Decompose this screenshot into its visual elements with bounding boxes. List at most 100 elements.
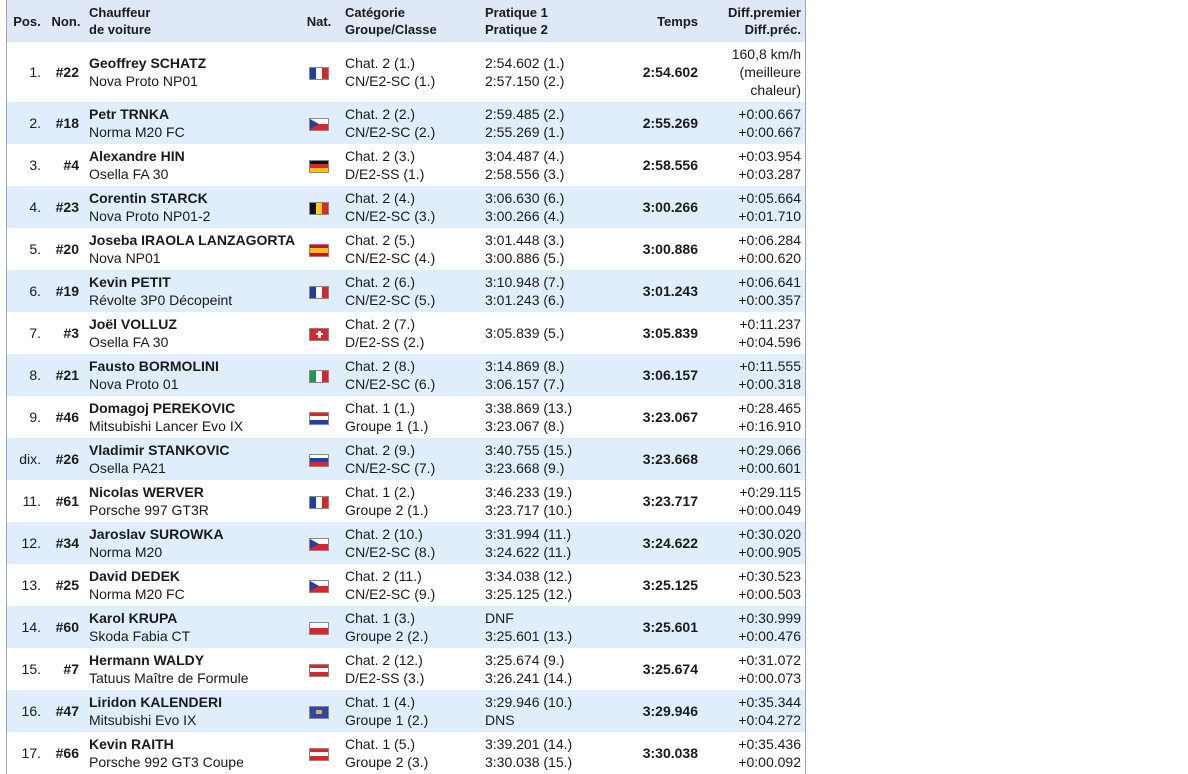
cell-pos: 14. [21,619,41,635]
cell-driver-car: Liridon KALENDERI Mitsubishi Evo IX [85,690,297,732]
cell-pos: 15. [21,661,41,677]
diff-prev: +0:01.710 [738,208,801,224]
diff-first: +0:29.115 [739,484,801,500]
driver-name: Geoffrey SCHATZ [89,55,207,71]
cell-practice: 3:06.630 (6.) 3:00.266 (4.) [481,186,601,228]
cell-nat [297,732,341,774]
practice2-time: 3:24.622 (11.) [485,544,572,560]
cell-time: 3:06.157 [642,367,698,383]
cell-practice: 3:01.448 (3.) 3:00.886 (5.) [481,228,601,270]
cell-category-group: Chat. 2 (4.) CN/E2-SC (3.) [341,186,481,228]
header-driver-car: Chauffeur de voiture [85,0,297,42]
category: Chat. 2 (3.) [345,148,416,164]
table-row: 8. #21 Fausto BORMOLINI Nova Proto 01 Chat. … [7,354,805,396]
diff-first: +0:06.641 [738,274,801,290]
car-name: Nova NP01 [89,250,161,266]
driver-name: Domagoj PEREKOVIC [89,400,236,416]
group-class: D/E2-SS (1.) [345,166,425,182]
car-name: Nova Proto NP01 [89,73,198,89]
cell-category-group: Chat. 1 (2.) Groupe 2 (1.) [341,480,481,522]
cell-diff: +0:00.667 +0:00.667 [702,102,805,144]
driver-name: Kevin RAITH [89,736,174,752]
cell-no: #22 [55,64,79,80]
driver-name: Vladimir STANKOVIC [89,442,230,458]
diff-prev: +0:16.910 [738,418,801,434]
practice2-time: 3:25.125 (12.) [485,586,573,602]
practice2-time: 3:30.038 (15.) [485,754,573,770]
diff-first: +0:30.999 [738,610,801,626]
car-name: Tatuus Maître de Formule [89,670,249,686]
cell-practice: 2:59.485 (2.) 2:55.269 (1.) [481,102,601,144]
practice1-time: 3:46.233 (19.) [485,484,573,500]
car-name: Révolte 3P0 Décopeint [89,292,233,308]
cell-time: 3:23.717 [642,493,698,509]
cell-time: 3:01.243 [642,283,698,299]
table-row: 2. #18 Petr TRNKA Norma M20 FC Chat. 2 (2.) C… [7,102,805,144]
cell-practice: 3:05.839 (5.) [481,312,601,354]
diff-first: +0:03.954 [738,148,801,164]
cell-category-group: Chat. 2 (2.) CN/E2-SC (2.) [341,102,481,144]
diff-first: +0:30.523 [738,568,801,584]
cell-time: 3:23.668 [642,451,698,467]
table-row: 3. #4 Alexandre HIN Osella FA 30 Chat. 2 (3.… [7,144,805,186]
cell-diff: +0:06.641 +0:00.357 [702,270,805,312]
cell-diff: +0:29.115 +0:00.049 [702,480,805,522]
table-row: 17. #66 Kevin RAITH Porsche 992 GT3 Coupe Ch… [7,732,805,774]
cell-category-group: Chat. 2 (5.) CN/E2-SC (4.) [341,228,481,270]
fr-flag-icon [309,285,329,299]
driver-name: David DEDEK [89,568,181,584]
cell-nat [297,270,341,312]
cell-no: #61 [55,493,79,509]
header-practice1: Pratique 1 [485,5,548,20]
practice2-time: 2:58.556 (3.) [485,166,565,182]
cell-nat [297,102,341,144]
diff-first: 160,8 km/h [731,46,801,62]
car-name: Mitsubishi Lancer Evo IX [89,418,244,434]
group-class: CN/E2-SC (5.) [345,292,436,308]
driver-name: Joël VOLLUZ [89,316,177,332]
category: Chat. 2 (9.) [345,442,416,458]
cell-driver-car: Geoffrey SCHATZ Nova Proto NP01 [85,42,297,102]
practice2-time: 3:23.717 (10.) [485,502,573,518]
cell-no: #34 [55,535,79,551]
table-row: 1. #22 Geoffrey SCHATZ Nova Proto NP01 Chat.… [7,42,805,102]
cell-pos: 11. [22,493,41,509]
cell-no: #4 [63,157,79,173]
practice1-time: 3:04.487 (4.) [485,148,565,164]
category: Chat. 1 (1.) [345,400,416,416]
cell-time: 2:55.269 [642,115,698,131]
es-flag-icon [309,243,329,257]
practice2-time: 3:01.243 (6.) [485,292,565,308]
practice1-time: 3:29.946 (10.) [485,694,573,710]
practice1-time: 3:25.674 (9.) [485,652,565,668]
car-name: Mitsubishi Evo IX [89,712,197,728]
car-name: Skoda Fabia CT [89,628,191,644]
driver-name: Jaroslav SUROWKA [89,526,224,542]
cell-nat [297,648,341,690]
cell-driver-car: Kevin PETIT Révolte 3P0 Décopeint [85,270,297,312]
cell-driver-car: Alexandre HIN Osella FA 30 [85,144,297,186]
cell-driver-car: Karol KRUPA Skoda Fabia CT [85,606,297,648]
cell-practice: 3:31.994 (11.) 3:24.622 (11.) [481,522,601,564]
cell-time: 3:29.946 [642,703,698,719]
header-driver: Chauffeur [89,5,151,20]
category: Chat. 2 (5.) [345,232,416,248]
diff-prev: +0:00.092 [738,754,801,770]
cell-pos: 17. [21,745,41,761]
cell-nat [297,396,341,438]
cell-no: #25 [55,577,79,593]
cell-pos: 9. [29,409,41,425]
diff-prev: +0:03.287 [738,166,801,182]
header-practice: Pratique 1 Pratique 2 [481,0,601,42]
driver-name: Alexandre HIN [89,148,185,164]
category: Chat. 2 (1.) [345,55,416,71]
it-flag-icon [309,369,329,383]
xk-flag-icon [309,705,329,719]
cell-category-group: Chat. 1 (4.) Groupe 1 (2.) [341,690,481,732]
category: Chat. 2 (12.) [345,652,423,668]
header-category: Catégorie [345,5,405,20]
driver-name: Karol KRUPA [89,610,178,626]
practice2-time: 3:25.601 (13.) [485,628,573,644]
cell-driver-car: Nicolas WERVER Porsche 997 GT3R [85,480,297,522]
category: Chat. 2 (11.) [345,568,422,584]
